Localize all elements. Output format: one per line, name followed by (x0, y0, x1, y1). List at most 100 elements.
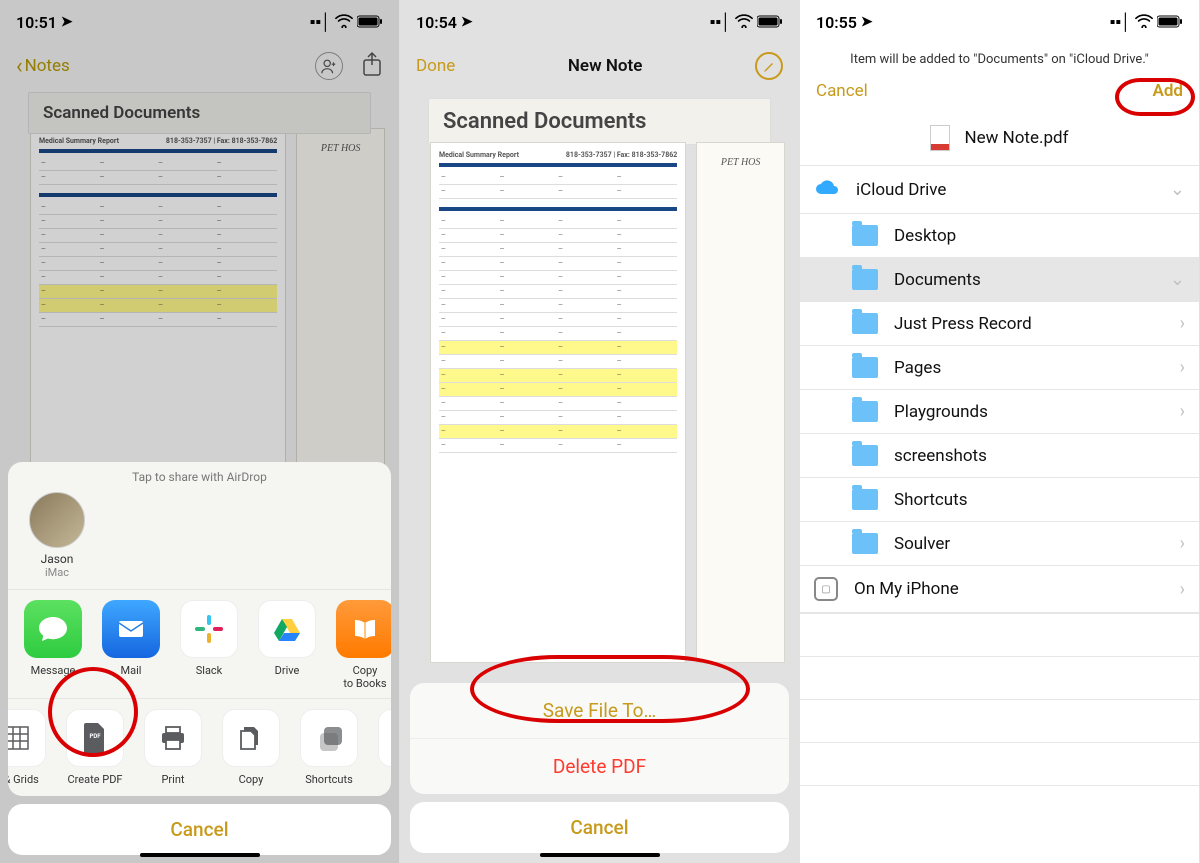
pdf-icon: PDF (66, 709, 124, 767)
chevron-right-icon: › (1180, 313, 1185, 334)
share-apps-row[interactable]: Message Mail Slack (8, 589, 391, 698)
file-name: New Note.pdf (964, 128, 1068, 148)
share-app-slack[interactable]: Slack (170, 600, 248, 690)
shortcuts-icon (300, 709, 358, 767)
battery-icon (1157, 13, 1183, 32)
signal-icon: ▪▪│ (710, 12, 731, 32)
share-app-mail[interactable]: Mail (92, 600, 170, 690)
clock: 10:55 (816, 13, 857, 32)
clock: 10:54 (416, 13, 457, 32)
done-button[interactable]: Done (416, 56, 455, 76)
action-save[interactable]: Save (368, 709, 391, 786)
cancel-button[interactable]: Cancel (8, 804, 391, 855)
location-icloud-drive[interactable]: iCloud Drive ⌄ (800, 166, 1199, 214)
airdrop-device: iMac (45, 566, 69, 579)
folder-icon (852, 225, 878, 246)
print-icon (144, 709, 202, 767)
wifi-icon (735, 13, 753, 32)
folder-playgrounds[interactable]: Playgrounds › (800, 390, 1199, 434)
home-indicator[interactable] (540, 853, 660, 857)
cancel-button[interactable]: Cancel (816, 81, 868, 101)
location-label: On My iPhone (854, 579, 959, 599)
wifi-icon (335, 13, 353, 32)
folder-soulver[interactable]: Soulver › (800, 522, 1199, 566)
folder-icon (852, 489, 878, 510)
folder-documents[interactable]: Documents ⌄ (800, 258, 1199, 302)
chevron-right-icon: › (1180, 533, 1185, 554)
mail-icon (102, 600, 160, 658)
share-app-message[interactable]: Message (14, 600, 92, 690)
folder-icon (852, 445, 878, 466)
document-preview: Medical Summary Report818-353-7357 | Fax… (430, 142, 785, 663)
folder-shortcuts[interactable]: Shortcuts (800, 478, 1199, 522)
chevron-right-icon: › (1180, 579, 1185, 600)
chevron-right-icon: › (1180, 357, 1185, 378)
folder-icon (852, 533, 878, 554)
save-file-to-button[interactable]: Save File To… (410, 683, 789, 738)
phone-screen-3: 10:55 ➤ ▪▪│ Item will be added to "Docum… (800, 0, 1200, 863)
status-bar: 10:55 ➤ ▪▪│ (800, 0, 1199, 44)
home-indicator[interactable] (140, 853, 260, 857)
chevron-down-icon: ⌄ (1170, 179, 1185, 200)
avatar (29, 492, 85, 548)
drive-icon (258, 600, 316, 658)
chevron-right-icon: › (1180, 401, 1185, 422)
chevron-down-icon: ⌄ (1170, 269, 1185, 290)
svg-text:PDF: PDF (89, 733, 101, 740)
phone-screen-2: 10:54 ➤ ▪▪│ Done New Note Scanned Docume… (400, 0, 800, 863)
share-sheet: Tap to share with AirDrop Jason iMac Mes… (8, 462, 391, 855)
document-title: Scanned Documents (428, 98, 771, 145)
pdf-file-icon (930, 125, 950, 151)
folder-icon (852, 401, 878, 422)
location-arrow-icon: ➤ (861, 14, 873, 30)
status-bar: 10:51 ➤ ▪▪│ (0, 0, 399, 44)
wifi-icon (1135, 13, 1153, 32)
phone-screen-1: 10:51 ➤ ▪▪│ ‹ Notes Scanned Doc (0, 0, 400, 863)
location-arrow-icon: ➤ (61, 14, 73, 30)
signal-icon: ▪▪│ (310, 12, 331, 32)
folder-pages[interactable]: Pages › (800, 346, 1199, 390)
grid-icon (8, 709, 46, 767)
folder-icon (852, 357, 878, 378)
airdrop-name: Jason (41, 552, 74, 566)
folder-icon (852, 313, 878, 334)
add-button[interactable]: Add (1153, 81, 1184, 101)
status-bar: 10:54 ➤ ▪▪│ (400, 0, 799, 44)
location-on-my-iphone[interactable]: ▢ On My iPhone › (800, 566, 1199, 613)
battery-icon (357, 13, 383, 32)
delete-pdf-button[interactable]: Delete PDF (410, 738, 789, 794)
location-arrow-icon: ➤ (461, 14, 473, 30)
nav-bar: Cancel Add (800, 75, 1199, 115)
action-print[interactable]: Print (134, 709, 212, 786)
file-item: New Note.pdf (800, 115, 1199, 165)
nav-bar: Done New Note (400, 44, 799, 88)
clock: 10:51 (16, 13, 57, 32)
airdrop-hint: Tap to share with AirDrop (8, 462, 391, 488)
action-lines-grids[interactable]: s & Grids (8, 709, 56, 786)
page-title: New Note (568, 56, 642, 76)
action-create-pdf[interactable]: PDF Create PDF (56, 709, 134, 786)
folder-just-press-record[interactable]: Just Press Record › (800, 302, 1199, 346)
copy-icon (222, 709, 280, 767)
action-copy[interactable]: Copy (212, 709, 290, 786)
signal-icon: ▪▪│ (1110, 12, 1131, 32)
folder-desktop[interactable]: Desktop (800, 214, 1199, 258)
share-app-books[interactable]: Copy to Books (326, 600, 391, 690)
share-actions-row[interactable]: s & Grids PDF Create PDF Print (8, 698, 391, 796)
cancel-button[interactable]: Cancel (410, 802, 789, 853)
save-icon (378, 709, 391, 767)
battery-icon (757, 13, 783, 32)
markup-icon[interactable] (755, 52, 783, 80)
slack-icon (180, 600, 238, 658)
share-app-drive[interactable]: Drive (248, 600, 326, 690)
folder-screenshots[interactable]: screenshots (800, 434, 1199, 478)
location-label: iCloud Drive (856, 180, 946, 200)
destination-hint: Item will be added to "Documents" on "iC… (800, 44, 1199, 75)
books-icon (336, 600, 391, 658)
iphone-device-icon: ▢ (814, 577, 838, 601)
action-shortcuts[interactable]: Shortcuts (290, 709, 368, 786)
airdrop-target[interactable]: Jason iMac (22, 492, 92, 579)
icloud-icon (814, 177, 840, 202)
options-sheet: Save File To… Delete PDF Cancel (410, 683, 789, 853)
folder-icon (852, 269, 878, 290)
